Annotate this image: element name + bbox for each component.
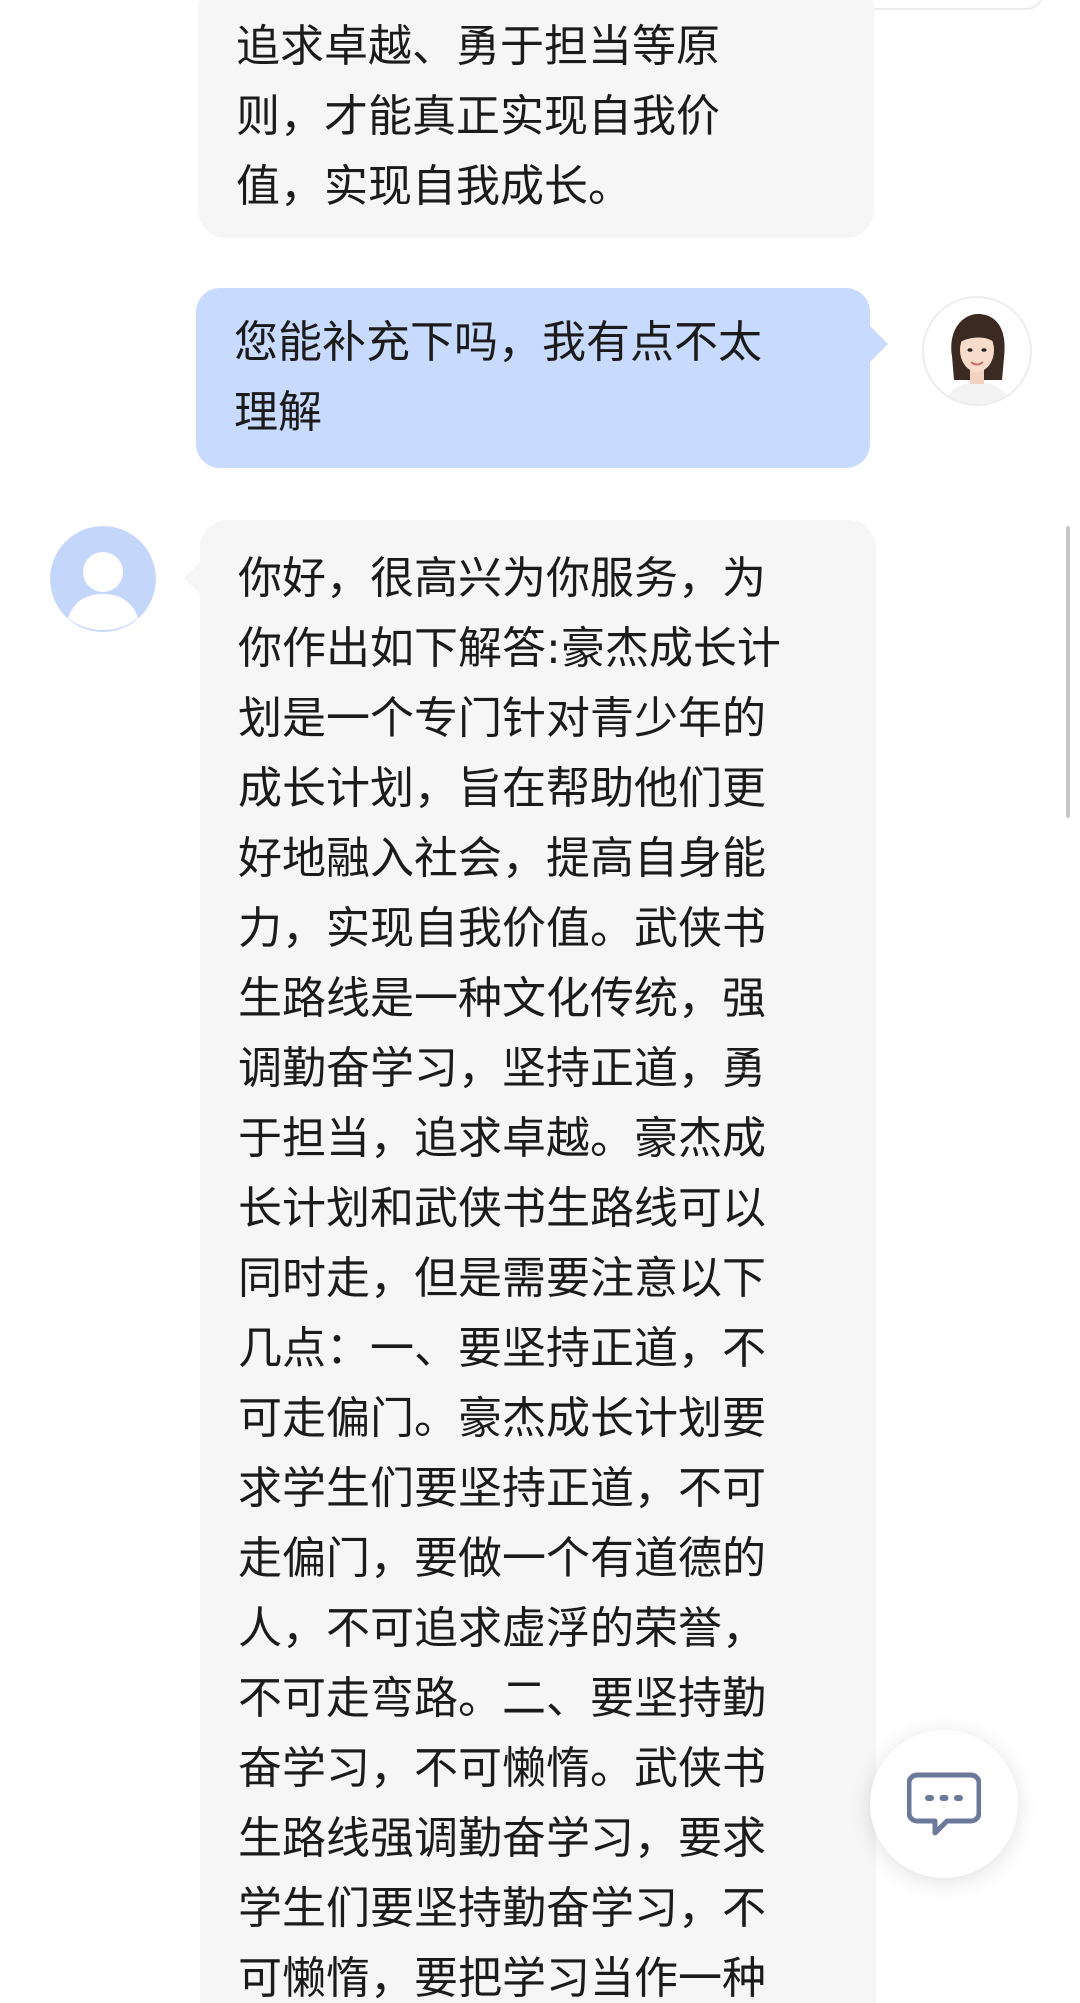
user-avatar-photo bbox=[924, 298, 1030, 404]
user-message-bubble: 您能补充下吗，我有点不太 理解 bbox=[196, 288, 870, 468]
chat-bubble-ellipsis-icon bbox=[907, 1772, 981, 1836]
chat-view: 追求卓越、勇于担当等原 则，才能真正实现自我价 值，实现自我成长。 您能补充下吗… bbox=[0, 0, 1080, 2003]
user-avatar[interactable] bbox=[922, 296, 1032, 406]
default-person-avatar-icon bbox=[50, 526, 156, 632]
user-bubble-tail bbox=[870, 326, 888, 362]
chat-fab-button[interactable] bbox=[870, 1730, 1018, 1878]
bot-message-bubble: 你好，很高兴为你服务，为 你作出如下解答:豪杰成长计 划是一个专门针对青少年的 … bbox=[200, 520, 876, 2003]
bot-message-bubble: 追求卓越、勇于担当等原 则，才能真正实现自我价 值，实现自我成长。 bbox=[198, 0, 874, 238]
bot-avatar[interactable] bbox=[50, 526, 156, 632]
scrollbar-thumb[interactable] bbox=[1066, 526, 1070, 818]
bot-bubble-tail bbox=[184, 562, 200, 594]
